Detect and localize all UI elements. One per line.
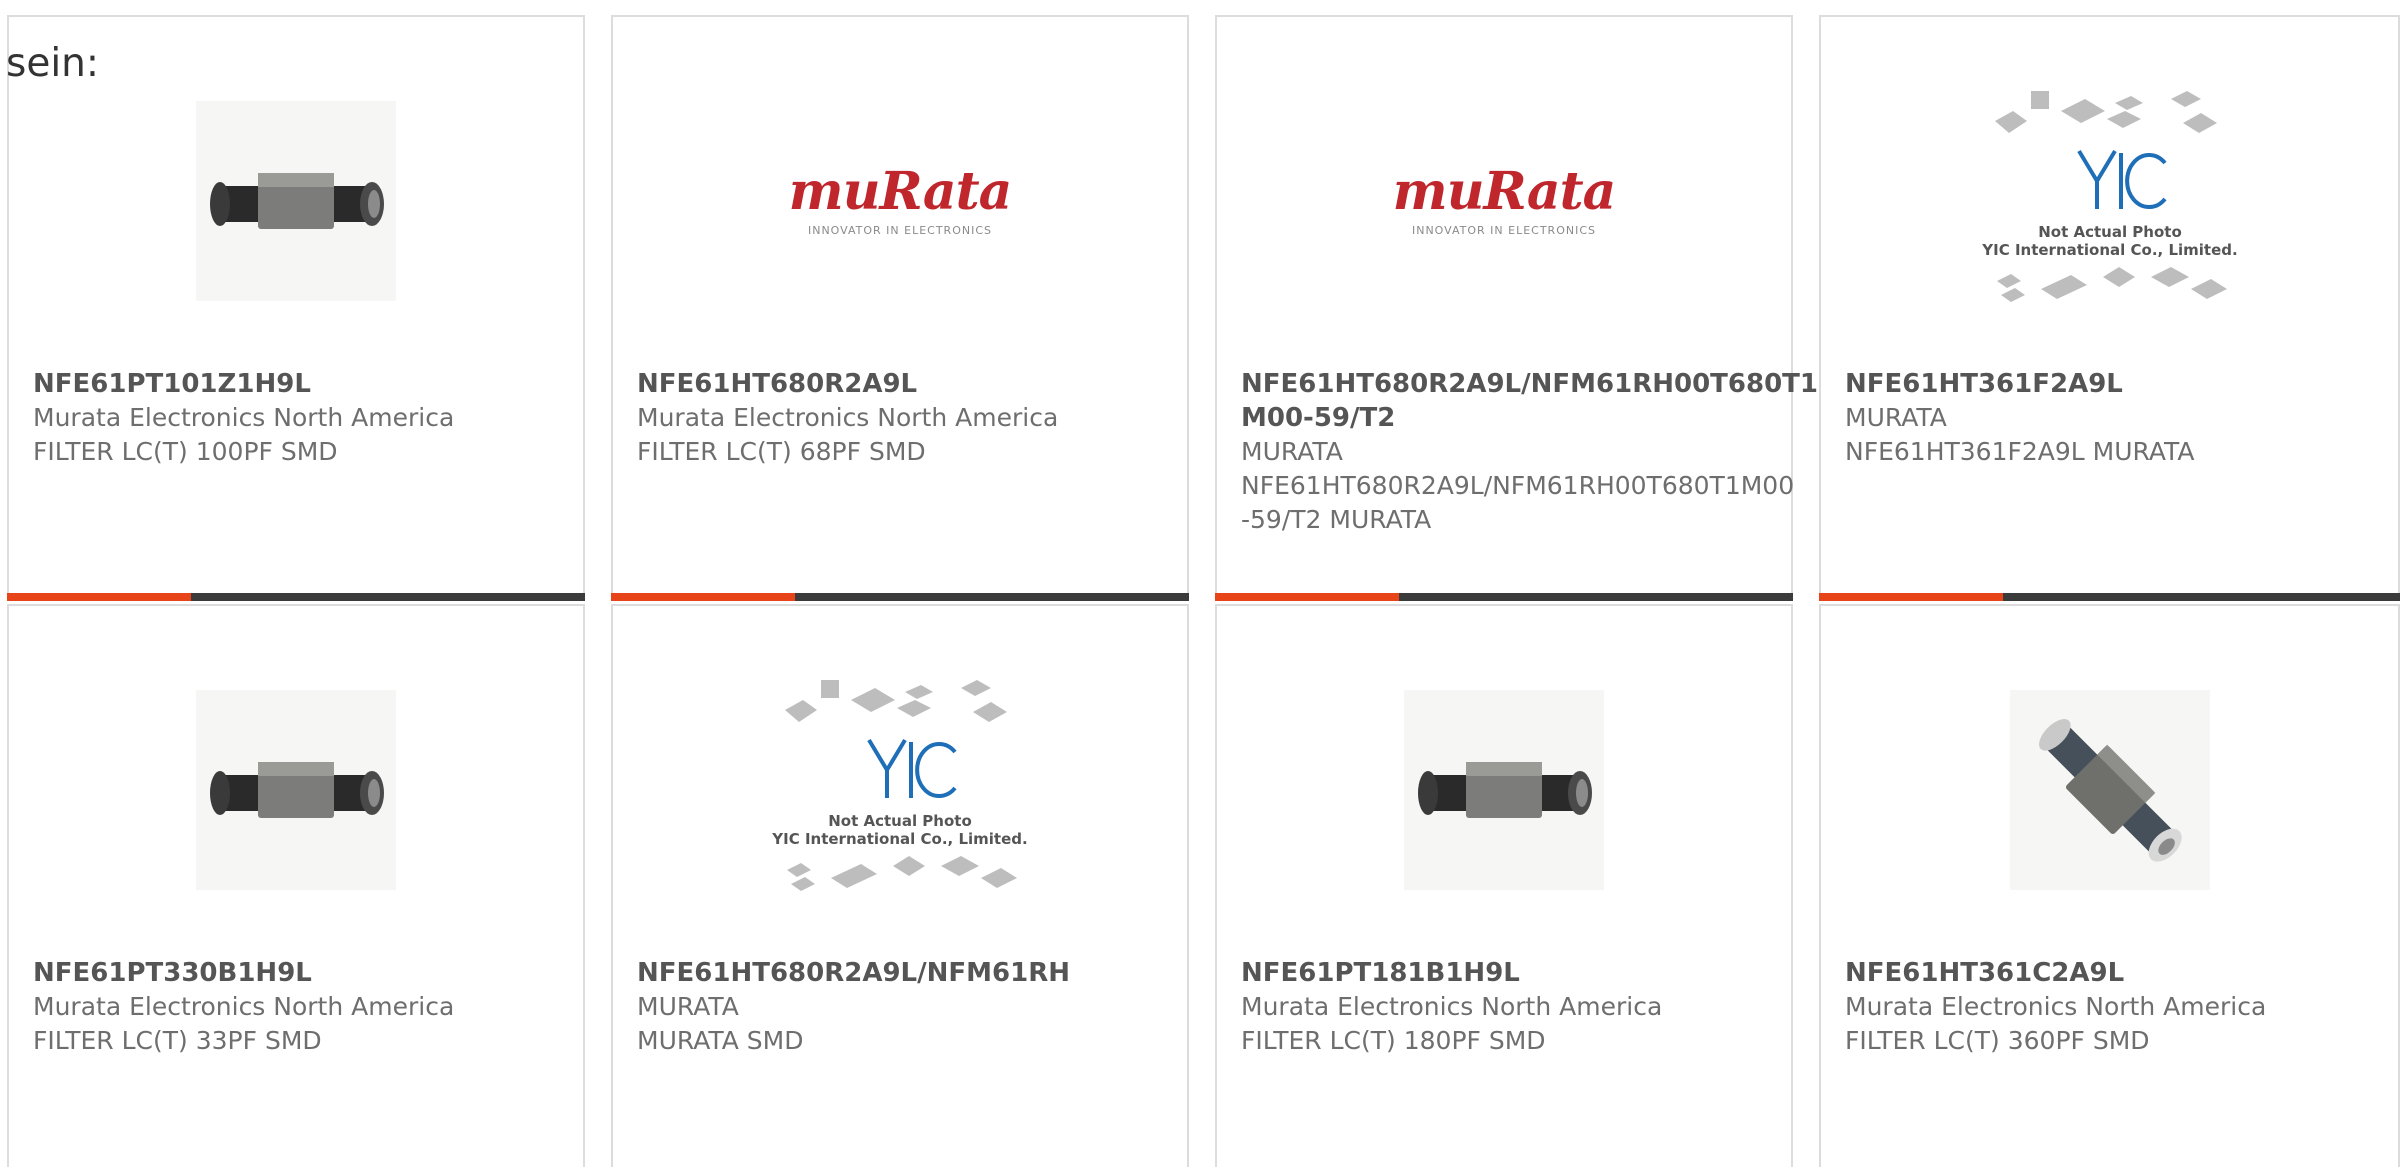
part-number-link[interactable]: NFE61HT361C2A9L <box>1845 956 2393 990</box>
yic-placeholder-image: Not Actual Photo YIC International Co., … <box>771 680 1028 891</box>
card-accent-bar <box>1819 593 2003 601</box>
card-bottom-bar <box>1215 593 1793 601</box>
part-number-link[interactable]: NFE61HT680R2A9L/NFM61RH <box>637 956 1185 990</box>
filter-component-angled-icon <box>2038 719 2182 862</box>
manufacturer: Murata Electronics North America <box>33 992 455 1021</box>
product-image[interactable] <box>161 670 431 910</box>
product-card[interactable]: NFE61HT361C2A9L Murata Electronics North… <box>1819 604 2400 1167</box>
product-card[interactable]: NFE61PT101Z1H9L Murata Electronics North… <box>7 15 585 601</box>
description: MURATA SMD <box>637 1026 804 1055</box>
manufacturer: Murata Electronics North America <box>1845 992 2267 1021</box>
manufacturer: MURATA <box>637 992 739 1021</box>
product-image[interactable]: muRata INNOVATOR IN ELECTRONICS <box>1369 81 1639 321</box>
product-image[interactable] <box>1975 670 2245 910</box>
part-number-link[interactable]: NFE61HT680R2A9L/NFM61RH00T680T1M00-59/T2 <box>1241 367 1841 435</box>
description: FILTER LC(T) 360PF SMD <box>1845 1026 2150 1055</box>
part-number-link[interactable]: NFE61PT101Z1H9L <box>33 367 581 401</box>
filter-component-icon <box>1418 762 1592 818</box>
product-image[interactable]: Not Actual Photo YIC International Co., … <box>1975 81 2245 321</box>
card-bottom-bar <box>1819 593 2400 601</box>
manufacturer: MURATA <box>1241 437 1343 466</box>
product-card[interactable]: NFE61PT330B1H9L Murata Electronics North… <box>7 604 585 1167</box>
product-card[interactable]: NFE61PT181B1H9L Murata Electronics North… <box>1215 604 1793 1167</box>
description: NFE61HT680R2A9L/NFM61RH00T680T1M00-59/T2… <box>1241 471 1795 534</box>
manufacturer: Murata Electronics North America <box>1241 992 1663 1021</box>
description: FILTER LC(T) 33PF SMD <box>33 1026 322 1055</box>
card-accent-bar <box>1215 593 1399 601</box>
description: NFE61HT361F2A9L MURATA <box>1845 437 2195 466</box>
svg-text:YIC International Co., Limited: YIC International Co., Limited. <box>771 830 1027 848</box>
svg-text:Not Actual Photo: Not Actual Photo <box>828 812 972 830</box>
part-number-link[interactable]: NFE61PT330B1H9L <box>33 956 581 990</box>
card-accent-bar <box>611 593 795 601</box>
filter-component-icon <box>210 173 384 229</box>
product-image[interactable] <box>1369 670 1639 910</box>
part-number-link[interactable]: NFE61PT181B1H9L <box>1241 956 1789 990</box>
card-bottom-bar <box>7 593 585 601</box>
lead-text: sein: <box>6 41 100 86</box>
murata-logo: muRata INNOVATOR IN ELECTRONICS <box>1392 160 1617 237</box>
yic-placeholder-image: Not Actual Photo YIC International Co., … <box>1981 91 2237 302</box>
product-card[interactable]: Not Actual Photo YIC International Co., … <box>1819 15 2400 601</box>
svg-text:Not Actual Photo: Not Actual Photo <box>2038 223 2182 241</box>
product-card[interactable]: muRata INNOVATOR IN ELECTRONICS NFE61HT6… <box>1215 15 1818 601</box>
murata-logo: muRata INNOVATOR IN ELECTRONICS <box>788 160 1013 237</box>
part-number-link[interactable]: NFE61HT361F2A9L <box>1845 367 2393 401</box>
description: FILTER LC(T) 180PF SMD <box>1241 1026 1546 1055</box>
description: FILTER LC(T) 68PF SMD <box>637 437 926 466</box>
product-card[interactable]: muRata INNOVATOR IN ELECTRONICS NFE61HT6… <box>611 15 1189 601</box>
product-image[interactable]: muRata INNOVATOR IN ELECTRONICS <box>765 81 1035 321</box>
part-number-link[interactable]: NFE61HT680R2A9L <box>637 367 1185 401</box>
card-bottom-bar <box>611 593 1189 601</box>
card-accent-bar <box>7 593 191 601</box>
manufacturer: MURATA <box>1845 403 1947 432</box>
product-grid-page: sein: NFE61PT101Z1H9L Murata Electronics… <box>0 0 2400 1167</box>
manufacturer: Murata Electronics North America <box>33 403 455 432</box>
product-card[interactable]: Not Actual Photo YIC International Co., … <box>611 604 1189 1167</box>
description: FILTER LC(T) 100PF SMD <box>33 437 338 466</box>
product-image[interactable] <box>161 81 431 321</box>
product-image[interactable]: Not Actual Photo YIC International Co., … <box>765 670 1035 910</box>
svg-text:YIC International Co., Limited: YIC International Co., Limited. <box>1981 241 2237 259</box>
manufacturer: Murata Electronics North America <box>637 403 1059 432</box>
filter-component-icon <box>210 762 384 818</box>
